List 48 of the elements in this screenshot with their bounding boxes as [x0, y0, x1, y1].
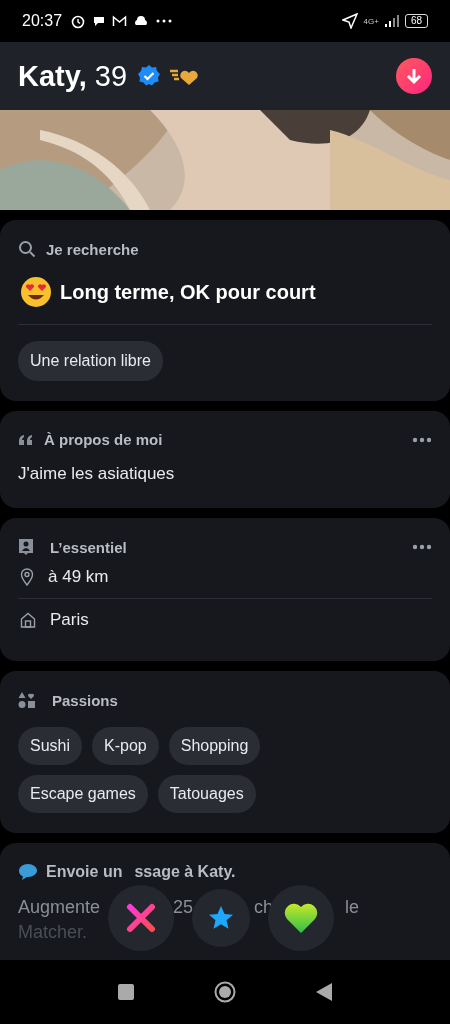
heart-eyes-emoji-icon [20, 276, 52, 308]
status-time: 20:37 [22, 12, 63, 30]
shapes-icon [18, 691, 36, 709]
house-icon [20, 612, 36, 628]
network-label: 4G+ [363, 16, 379, 26]
back-button-icon[interactable] [316, 983, 332, 1001]
search-icon [18, 240, 36, 258]
more-icon [155, 18, 174, 24]
battery-indicator: 68 [404, 14, 428, 28]
essential-value: à 49 km [48, 567, 109, 587]
location-pin-icon [20, 568, 34, 586]
star-icon [208, 905, 234, 931]
relationship-goal: Long terme, OK pour court [60, 280, 316, 304]
essential-value: Paris [50, 610, 89, 630]
passion-tag: Shopping [168, 727, 261, 765]
more-options-icon[interactable] [412, 544, 432, 550]
message-text: le [345, 897, 360, 918]
about-text: J'aime les asiatiques [18, 464, 176, 484]
section-heading: Passions [52, 691, 118, 709]
collapse-profile-button[interactable] [396, 58, 432, 94]
signal-icon [384, 15, 399, 27]
message-text: 25 [173, 897, 194, 918]
passion-tag: Tatouages [157, 775, 256, 813]
passion-tag: Escape games [18, 775, 148, 813]
heart-icon [283, 902, 319, 934]
navigation-icon [341, 13, 358, 29]
passion-tag: Sushi [18, 727, 83, 765]
section-heading: Je recherche [46, 240, 139, 258]
profile-name: Katy, 39 [18, 59, 128, 93]
message-text: Augmente [18, 897, 101, 918]
message-heading: Envoie un [46, 863, 123, 881]
alarm-icon [70, 13, 87, 29]
passion-tag: K-pop [92, 727, 159, 765]
section-heading: À propos de moi [44, 431, 163, 448]
cloud-icon [133, 15, 150, 27]
down-arrow-icon [404, 66, 424, 86]
relationship-tag: Une relation libre [18, 341, 163, 381]
section-heading: L’essentiel [50, 538, 127, 556]
message-text: Matcher. [18, 922, 88, 943]
quote-icon [18, 433, 34, 446]
mail-icon [112, 14, 128, 28]
message-heading: ssage à Katy. [134, 863, 236, 881]
home-button-icon[interactable] [214, 981, 236, 1003]
more-options-icon[interactable] [412, 436, 432, 443]
cross-icon [126, 903, 156, 933]
profile-card-icon [18, 538, 34, 556]
speech-bubble-icon [18, 863, 38, 881]
chat-icon [92, 14, 107, 28]
